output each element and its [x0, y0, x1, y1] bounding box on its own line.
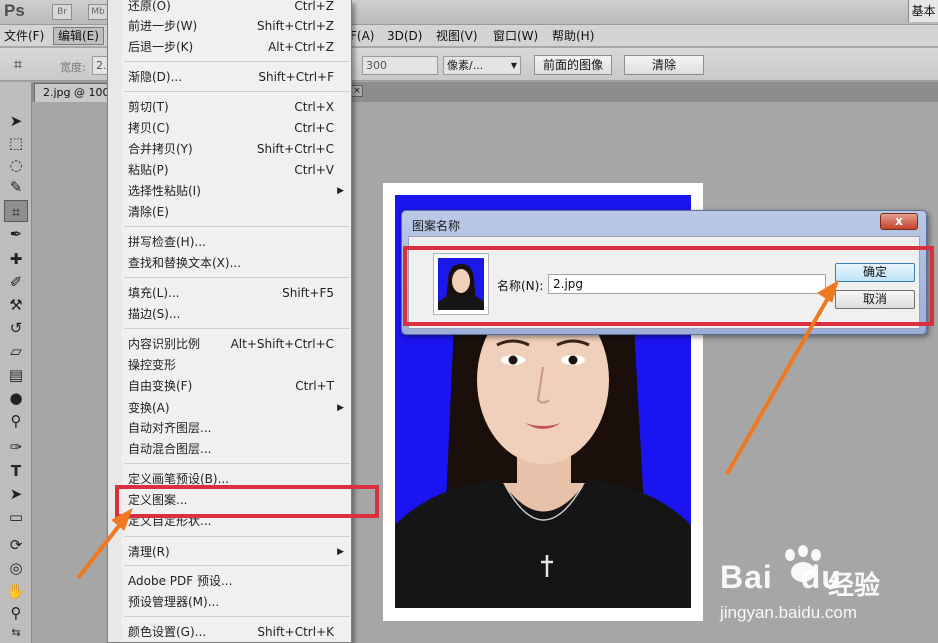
history-brush-tool-icon[interactable]: ↺ — [4, 317, 28, 339]
tab-close-icon[interactable]: × — [351, 85, 363, 97]
width-label: 宽度: — [60, 61, 86, 74]
watermark-url: jingyan.baidu.com — [720, 603, 858, 622]
dodge-tool-icon[interactable]: ⚲ — [4, 410, 28, 432]
submenu-arrow-icon: ▶ — [337, 547, 344, 557]
menu-view[interactable]: 视图(V) — [436, 28, 478, 44]
menu-separator — [124, 226, 350, 227]
menu-item-puppet-warp[interactable]: 操控变形 — [128, 355, 348, 375]
menu-separator — [124, 328, 350, 329]
menu-separator — [124, 565, 350, 566]
zoom-tool-icon[interactable]: ⚲ — [4, 602, 28, 624]
path-select-tool-icon[interactable]: ➤ — [4, 483, 28, 505]
menu-item-content-aware-scale[interactable]: 内容识别比例 Alt+Shift+Ctrl+C — [128, 334, 348, 354]
healing-brush-tool-icon[interactable]: ✚ — [4, 248, 28, 270]
eraser-tool-icon[interactable]: ▱ — [4, 340, 28, 362]
lasso-tool-icon[interactable]: ◌ — [4, 154, 28, 176]
menu-separator — [124, 536, 350, 537]
3d-rotate-tool-icon[interactable]: ⟳ — [4, 534, 28, 556]
menu-item-copy[interactable]: 拷贝(C) Ctrl+C — [128, 118, 348, 138]
menu-filter[interactable]: F(A) — [350, 28, 374, 44]
menu-window[interactable]: 窗口(W) — [493, 28, 538, 44]
highlight-define-pattern — [115, 485, 379, 518]
menu-item-step-forward[interactable]: 前进一步(W) Shift+Ctrl+Z — [128, 16, 348, 36]
menu-3d[interactable]: 3D(D) — [387, 28, 422, 44]
pen-tool-icon[interactable]: ✑ — [4, 436, 28, 458]
menu-item-undo[interactable]: 还原(O) Ctrl+Z — [128, 0, 348, 16]
clear-button[interactable]: 清除 — [624, 55, 704, 75]
menu-item-find-replace[interactable]: 查找和替换文本(X)... — [128, 253, 348, 273]
document-tab[interactable]: 2.jpg @ 100 — [34, 83, 108, 102]
highlight-dialog-content — [403, 246, 934, 326]
menu-item-copy-merged[interactable]: 合并拷贝(Y) Shift+Ctrl+C — [128, 139, 348, 159]
menu-item-paste[interactable]: 粘贴(P) Ctrl+V — [128, 160, 348, 180]
menu-item-preset-manager[interactable]: 预设管理器(M)... — [128, 592, 348, 612]
marquee-tool-icon[interactable]: ⬚ — [4, 132, 28, 154]
menu-item-fill[interactable]: 填充(L)... Shift+F5 — [128, 283, 348, 303]
menu-item-step-backward[interactable]: 后退一步(K) Alt+Ctrl+Z — [128, 37, 348, 57]
tools-panel: ➤ ⬚ ◌ ✎ ⌗ ✒ ✚ ✐ ⚒ ↺ ▱ ▤ ● ⚲ ✑ T ➤ ▭ ⟳ ◎ … — [0, 82, 32, 643]
menu-item-purge[interactable]: 清理(R) ▶ — [128, 542, 348, 562]
stamp-tool-icon[interactable]: ⚒ — [4, 294, 28, 316]
menu-item-cut[interactable]: 剪切(T) Ctrl+X — [128, 97, 348, 117]
watermark-brand: Bai du — [720, 559, 842, 595]
menu-item-auto-align-layers[interactable]: 自动对齐图层... — [128, 418, 348, 438]
eyedropper-tool-icon[interactable]: ✒ — [4, 223, 28, 245]
menu-item-clear[interactable]: 清除(E) — [128, 202, 348, 222]
shape-tool-icon[interactable]: ▭ — [4, 506, 28, 528]
hand-tool-icon[interactable]: ✋ — [4, 580, 28, 602]
menu-separator — [124, 616, 350, 617]
menu-item-transform[interactable]: 变换(A) ▶ — [128, 398, 348, 418]
menu-edit[interactable]: 编辑(E) — [53, 27, 104, 45]
bridge-button[interactable]: Br — [52, 4, 72, 20]
menu-separator — [124, 277, 350, 278]
menu-item-paste-special[interactable]: 选择性粘贴(I) ▶ — [128, 181, 348, 201]
resolution-unit-select[interactable]: 像素/... ▼ — [443, 56, 521, 75]
front-image-button[interactable]: 前面的图像 — [534, 55, 612, 75]
dialog-title: 图案名称 — [412, 219, 461, 233]
menu-item-pdf-presets[interactable]: Adobe PDF 预设... — [128, 571, 348, 591]
menu-separator — [124, 91, 350, 92]
swap-colors-icon[interactable]: ⇆ — [4, 622, 28, 643]
brush-tool-icon[interactable]: ✐ — [4, 271, 28, 293]
baidu-jingyan-watermark: Bai du 经验 jingyan.baidu.com — [720, 545, 930, 637]
crop-tool-icon[interactable]: ⌗ — [4, 200, 28, 222]
dialog-close-button[interactable]: x — [880, 213, 918, 230]
mini-bridge-button[interactable]: Mb — [88, 4, 108, 20]
menu-icon-gutter — [108, 0, 122, 642]
quick-select-tool-icon[interactable]: ✎ — [4, 176, 28, 198]
resolution-input[interactable]: 300 — [362, 56, 438, 75]
menu-item-color-settings[interactable]: 颜色设置(G)... Shift+Ctrl+K — [128, 622, 348, 642]
chevron-down-icon: ▼ — [510, 61, 517, 70]
menu-item-auto-blend-layers[interactable]: 自动混合图层... — [128, 439, 348, 459]
3d-orbit-tool-icon[interactable]: ◎ — [4, 557, 28, 579]
workspace-switcher[interactable]: 基本 — [908, 0, 938, 22]
edit-menu-dropdown: 还原(O) Ctrl+Z 前进一步(W) Shift+Ctrl+Z 后退一步(K) A… — [107, 0, 352, 643]
type-tool-icon[interactable]: T — [4, 460, 28, 482]
menu-file[interactable]: 文件(F) — [4, 28, 44, 44]
crop-tool-preset-icon[interactable]: ⌗ — [6, 53, 30, 75]
move-tool-icon[interactable]: ➤ — [4, 110, 28, 132]
menu-separator — [124, 61, 350, 62]
menu-item-stroke[interactable]: 描边(S)... — [128, 304, 348, 324]
menu-separator — [124, 463, 350, 464]
photoshop-logo: Ps — [4, 1, 25, 20]
resolution-unit-value: 像素/... — [447, 59, 484, 72]
menu-item-spell-check[interactable]: 拼写检查(H)... — [128, 232, 348, 252]
blur-tool-icon[interactable]: ● — [4, 387, 28, 409]
menu-item-fade[interactable]: 渐隐(D)... Shift+Ctrl+F — [128, 67, 348, 87]
submenu-arrow-icon: ▶ — [337, 186, 344, 196]
width-input[interactable]: 2. — [92, 56, 108, 75]
watermark-jingyan: 经验 — [828, 571, 881, 601]
gradient-tool-icon[interactable]: ▤ — [4, 364, 28, 386]
submenu-arrow-icon: ▶ — [337, 403, 344, 413]
menu-item-free-transform[interactable]: 自由变换(F) Ctrl+T — [128, 376, 348, 396]
menu-help[interactable]: 帮助(H) — [552, 28, 594, 44]
